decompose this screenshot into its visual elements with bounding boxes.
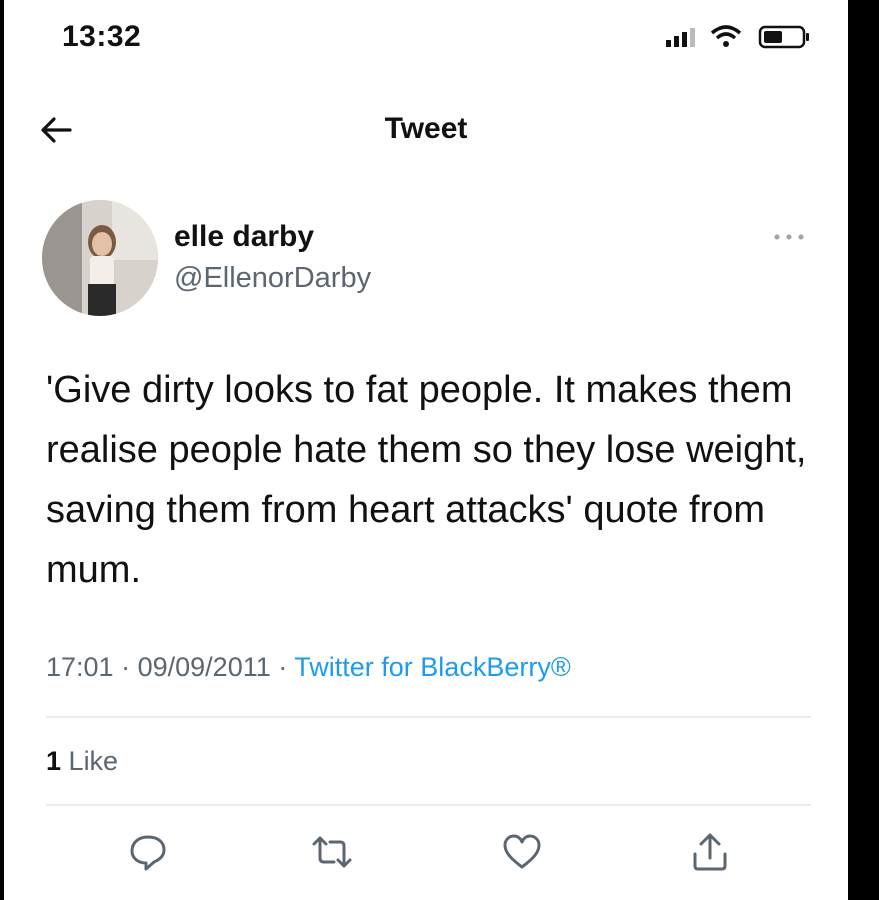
wifi-icon bbox=[710, 25, 742, 47]
status-time: 13:32 bbox=[62, 20, 142, 53]
avatar[interactable] bbox=[42, 200, 158, 316]
meta-separator: · bbox=[278, 652, 288, 682]
tweet-date: 09/09/2011 bbox=[137, 652, 271, 682]
tweet-screen: 13:32 Tweet elle darby @EllenorDarby 'Gi… bbox=[4, 0, 848, 900]
black-border bbox=[848, 0, 879, 900]
share-icon[interactable] bbox=[688, 830, 732, 874]
retweet-icon[interactable] bbox=[310, 830, 354, 874]
status-icons bbox=[666, 25, 809, 49]
likes-label: Like bbox=[68, 746, 119, 776]
divider bbox=[46, 716, 811, 718]
tweet-meta: 17:01 · 09/09/2011 · Twitter for BlackBe… bbox=[46, 652, 571, 683]
likes-count[interactable]: 1 Like bbox=[46, 746, 118, 777]
page-title: Tweet bbox=[384, 112, 468, 145]
battery-icon bbox=[758, 25, 809, 49]
author-handle[interactable]: @EllenorDarby bbox=[174, 262, 371, 295]
likes-number: 1 bbox=[46, 746, 62, 776]
reply-icon[interactable] bbox=[126, 830, 170, 874]
signal-icon bbox=[666, 28, 695, 47]
tweet-source-link[interactable]: Twitter for BlackBerry® bbox=[294, 652, 570, 682]
tweet-time: 17:01 bbox=[46, 652, 114, 682]
more-options-icon[interactable] bbox=[772, 232, 806, 242]
like-icon[interactable] bbox=[500, 830, 544, 874]
meta-separator: · bbox=[121, 652, 131, 682]
divider bbox=[46, 804, 811, 806]
author-name[interactable]: elle darby bbox=[174, 220, 314, 254]
tweet-text: 'Give dirty looks to fat people. It make… bbox=[46, 369, 807, 591]
